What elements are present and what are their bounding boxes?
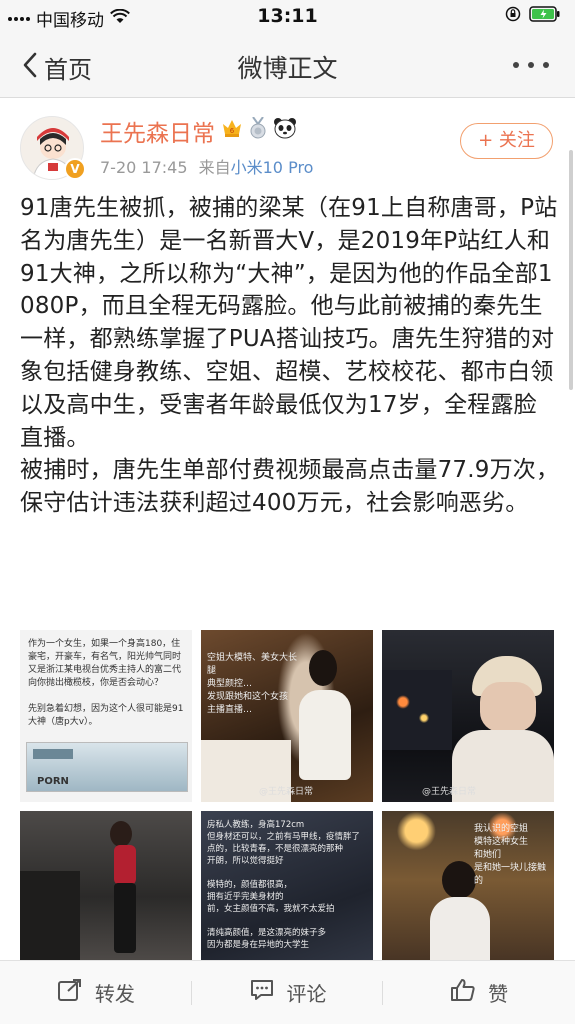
post-text: 91唐先生被抓，被捕的梁某（在91上自称唐哥，P站名为唐先生）是一名新晋大V，是… [20,195,560,517]
username-row[interactable]: 王先森日常 6 [100,114,297,148]
bottom-toolbar: 转发 评论 赞 [0,960,575,1024]
follow-button[interactable]: + 关注 [460,123,553,159]
status-time: 13:11 [257,5,318,27]
medal-icon [248,116,268,145]
repost-icon [57,978,83,1007]
user-badges: 6 [221,116,297,145]
image-caption: 房私人教练，身高172cm 但身材还可以，之前有马甲线，疫情胖了点的，比较青春，… [207,820,361,950]
porn-label: PORN [37,776,69,787]
comment-label: 评论 [286,982,327,1006]
navigation-bar: 首页 微博正文 [0,32,575,98]
verified-badge-icon: V [64,158,86,180]
image-caption: 作为一个女生，如果一个身高180，住豪宅，开豪车，有名气，阳光帅气同时又是浙江某… [28,639,184,727]
orientation-lock-icon [505,6,521,26]
repost-label: 转发 [94,982,135,1006]
like-label: 赞 [488,982,509,1006]
more-icon [513,62,519,68]
image-caption: 我认识的空姐 模特这种女生 和她们 是和她一块儿接触的 [474,824,547,886]
repost-button[interactable]: 转发 [0,961,192,1024]
comment-button[interactable]: 评论 [192,961,384,1024]
more-button[interactable] [513,62,549,68]
post-image-6[interactable]: 我认识的空姐 模特这种女生 和她们 是和她一块儿接触的 [382,811,554,983]
username[interactable]: 王先森日常 [100,114,215,148]
watermark: @王先森日常 [422,787,477,797]
post-image-4[interactable] [20,811,192,983]
vip-crown-icon: 6 [221,118,243,144]
post-meta: 7-20 17:45 来自小米10 Pro [100,154,313,178]
svg-text:6: 6 [230,127,235,135]
status-right [505,6,561,26]
page-title: 微博正文 [237,54,338,83]
panda-icon [273,117,297,145]
screenshot-thumbnail: PORN [26,742,188,792]
comment-icon [249,978,275,1007]
like-button[interactable]: 赞 [383,961,575,1024]
scrollbar[interactable] [569,150,573,390]
status-bar: 中国移动 13:11 [0,0,575,32]
watermark: @王先森日常 [259,787,314,797]
post-image-2[interactable]: 空姐大模特、美女大长腿 典型颜控… 发现跟她和这个女孩 主播直播… @王先森日常 [201,630,373,802]
source-prefix: 来自 [198,158,231,177]
thumbs-up-icon [450,978,476,1007]
image-caption: 空姐大模特、美女大长腿 典型颜控… 发现跟她和这个女孩 主播直播… [207,653,298,715]
post-image-3[interactable]: @王先森日常 [382,630,554,802]
battery-icon [529,6,561,26]
post-image-5[interactable]: 房私人教练，身高172cm 但身材还可以，之前有马甲线，疫情胖了点的，比较青春，… [201,811,373,983]
post-image-1[interactable]: 作为一个女生，如果一个身高180，住豪宅，开豪车，有名气，阳光帅气同时又是浙江某… [20,630,192,802]
post-source[interactable]: 小米10 Pro [231,158,314,177]
post-time: 7-20 17:45 [100,158,188,177]
